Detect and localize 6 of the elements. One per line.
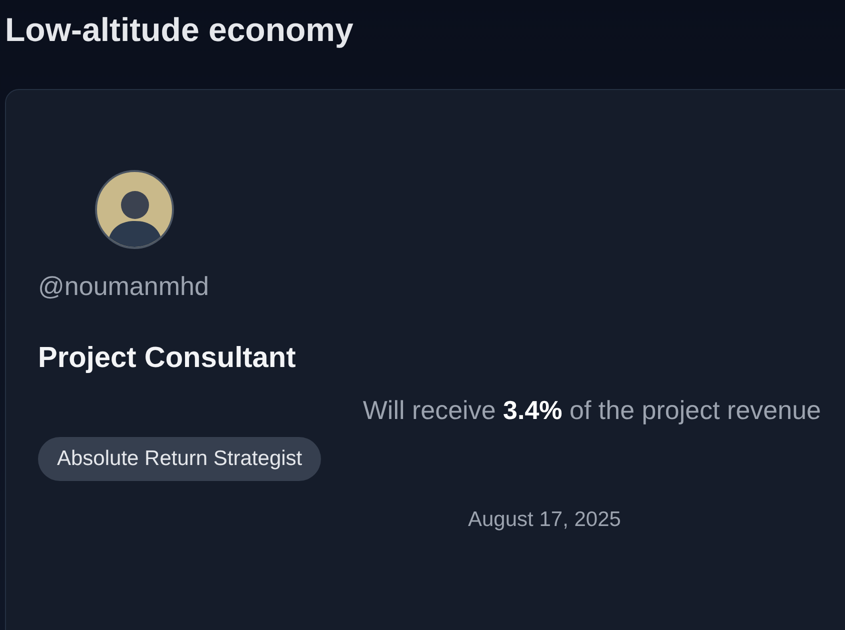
revenue-note: Will receive 3.4% of the project revenue	[362, 394, 821, 427]
role-title: Project Consultant	[38, 342, 296, 374]
page-title: Low-altitude economy	[5, 10, 354, 50]
date: August 17, 2025	[468, 508, 621, 531]
username: @noumanmhd	[38, 271, 209, 301]
tag: Absolute Return Strategist	[38, 437, 322, 481]
